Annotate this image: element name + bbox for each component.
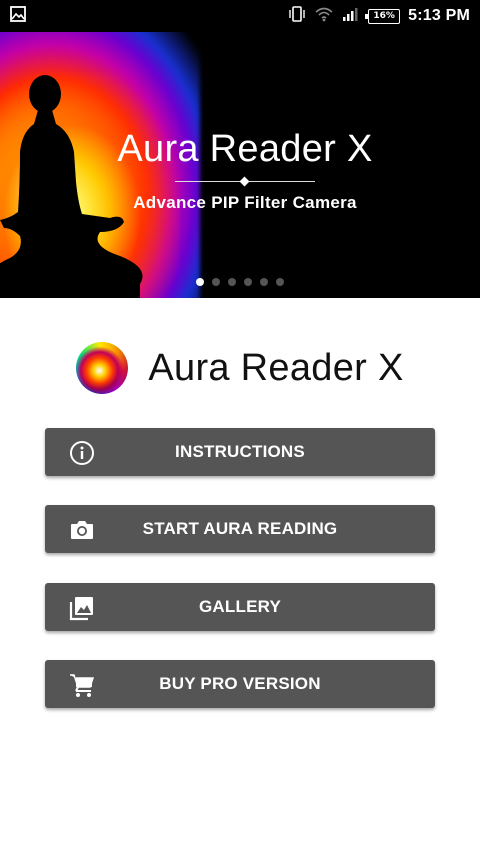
carousel-dot-6[interactable] [276,278,284,286]
carousel-dot-1[interactable] [196,278,204,286]
banner-carousel[interactable]: Aura Reader X Advance PIP Filter Camera [0,32,480,298]
carousel-indicator [196,278,284,286]
carousel-dot-4[interactable] [244,278,252,286]
gallery-button[interactable]: GALLERY [45,583,435,631]
app-logo [76,342,129,394]
carousel-dot-5[interactable] [260,278,268,286]
camera-icon [69,517,95,543]
instructions-label: INSTRUCTIONS [175,442,305,461]
app-name: Aura Reader X [148,346,404,389]
gallery-label: GALLERY [199,597,281,616]
status-time: 5:13 PM [408,7,470,24]
wifi-icon [314,6,334,27]
vibrate-icon [288,5,306,28]
instructions-button[interactable]: INSTRUCTIONS [45,428,435,476]
gallery-icon [69,595,95,621]
banner-title: Aura Reader X [117,128,373,170]
cart-icon [69,672,95,698]
signal-icon [342,6,360,27]
banner-text: Aura Reader X Advance PIP Filter Camera [100,128,390,213]
battery-icon: 16% [365,8,401,24]
banner-subtitle: Advance PIP Filter Camera [133,193,357,212]
info-icon [69,440,95,466]
buy-pro-version-label: BUY PRO VERSION [159,674,321,693]
carousel-dot-2[interactable] [212,278,220,286]
carousel-dot-3[interactable] [228,278,236,286]
banner-divider [175,177,315,187]
start-aura-reading-label: START AURA READING [142,519,338,538]
start-aura-reading-button[interactable]: START AURA READING [45,505,435,553]
image-icon [10,5,26,27]
buy-pro-version-button[interactable]: BUY PRO VERSION [45,660,435,708]
app-header: Aura Reader X [0,336,480,400]
status-bar: 16% 5:13 PM [0,0,480,32]
